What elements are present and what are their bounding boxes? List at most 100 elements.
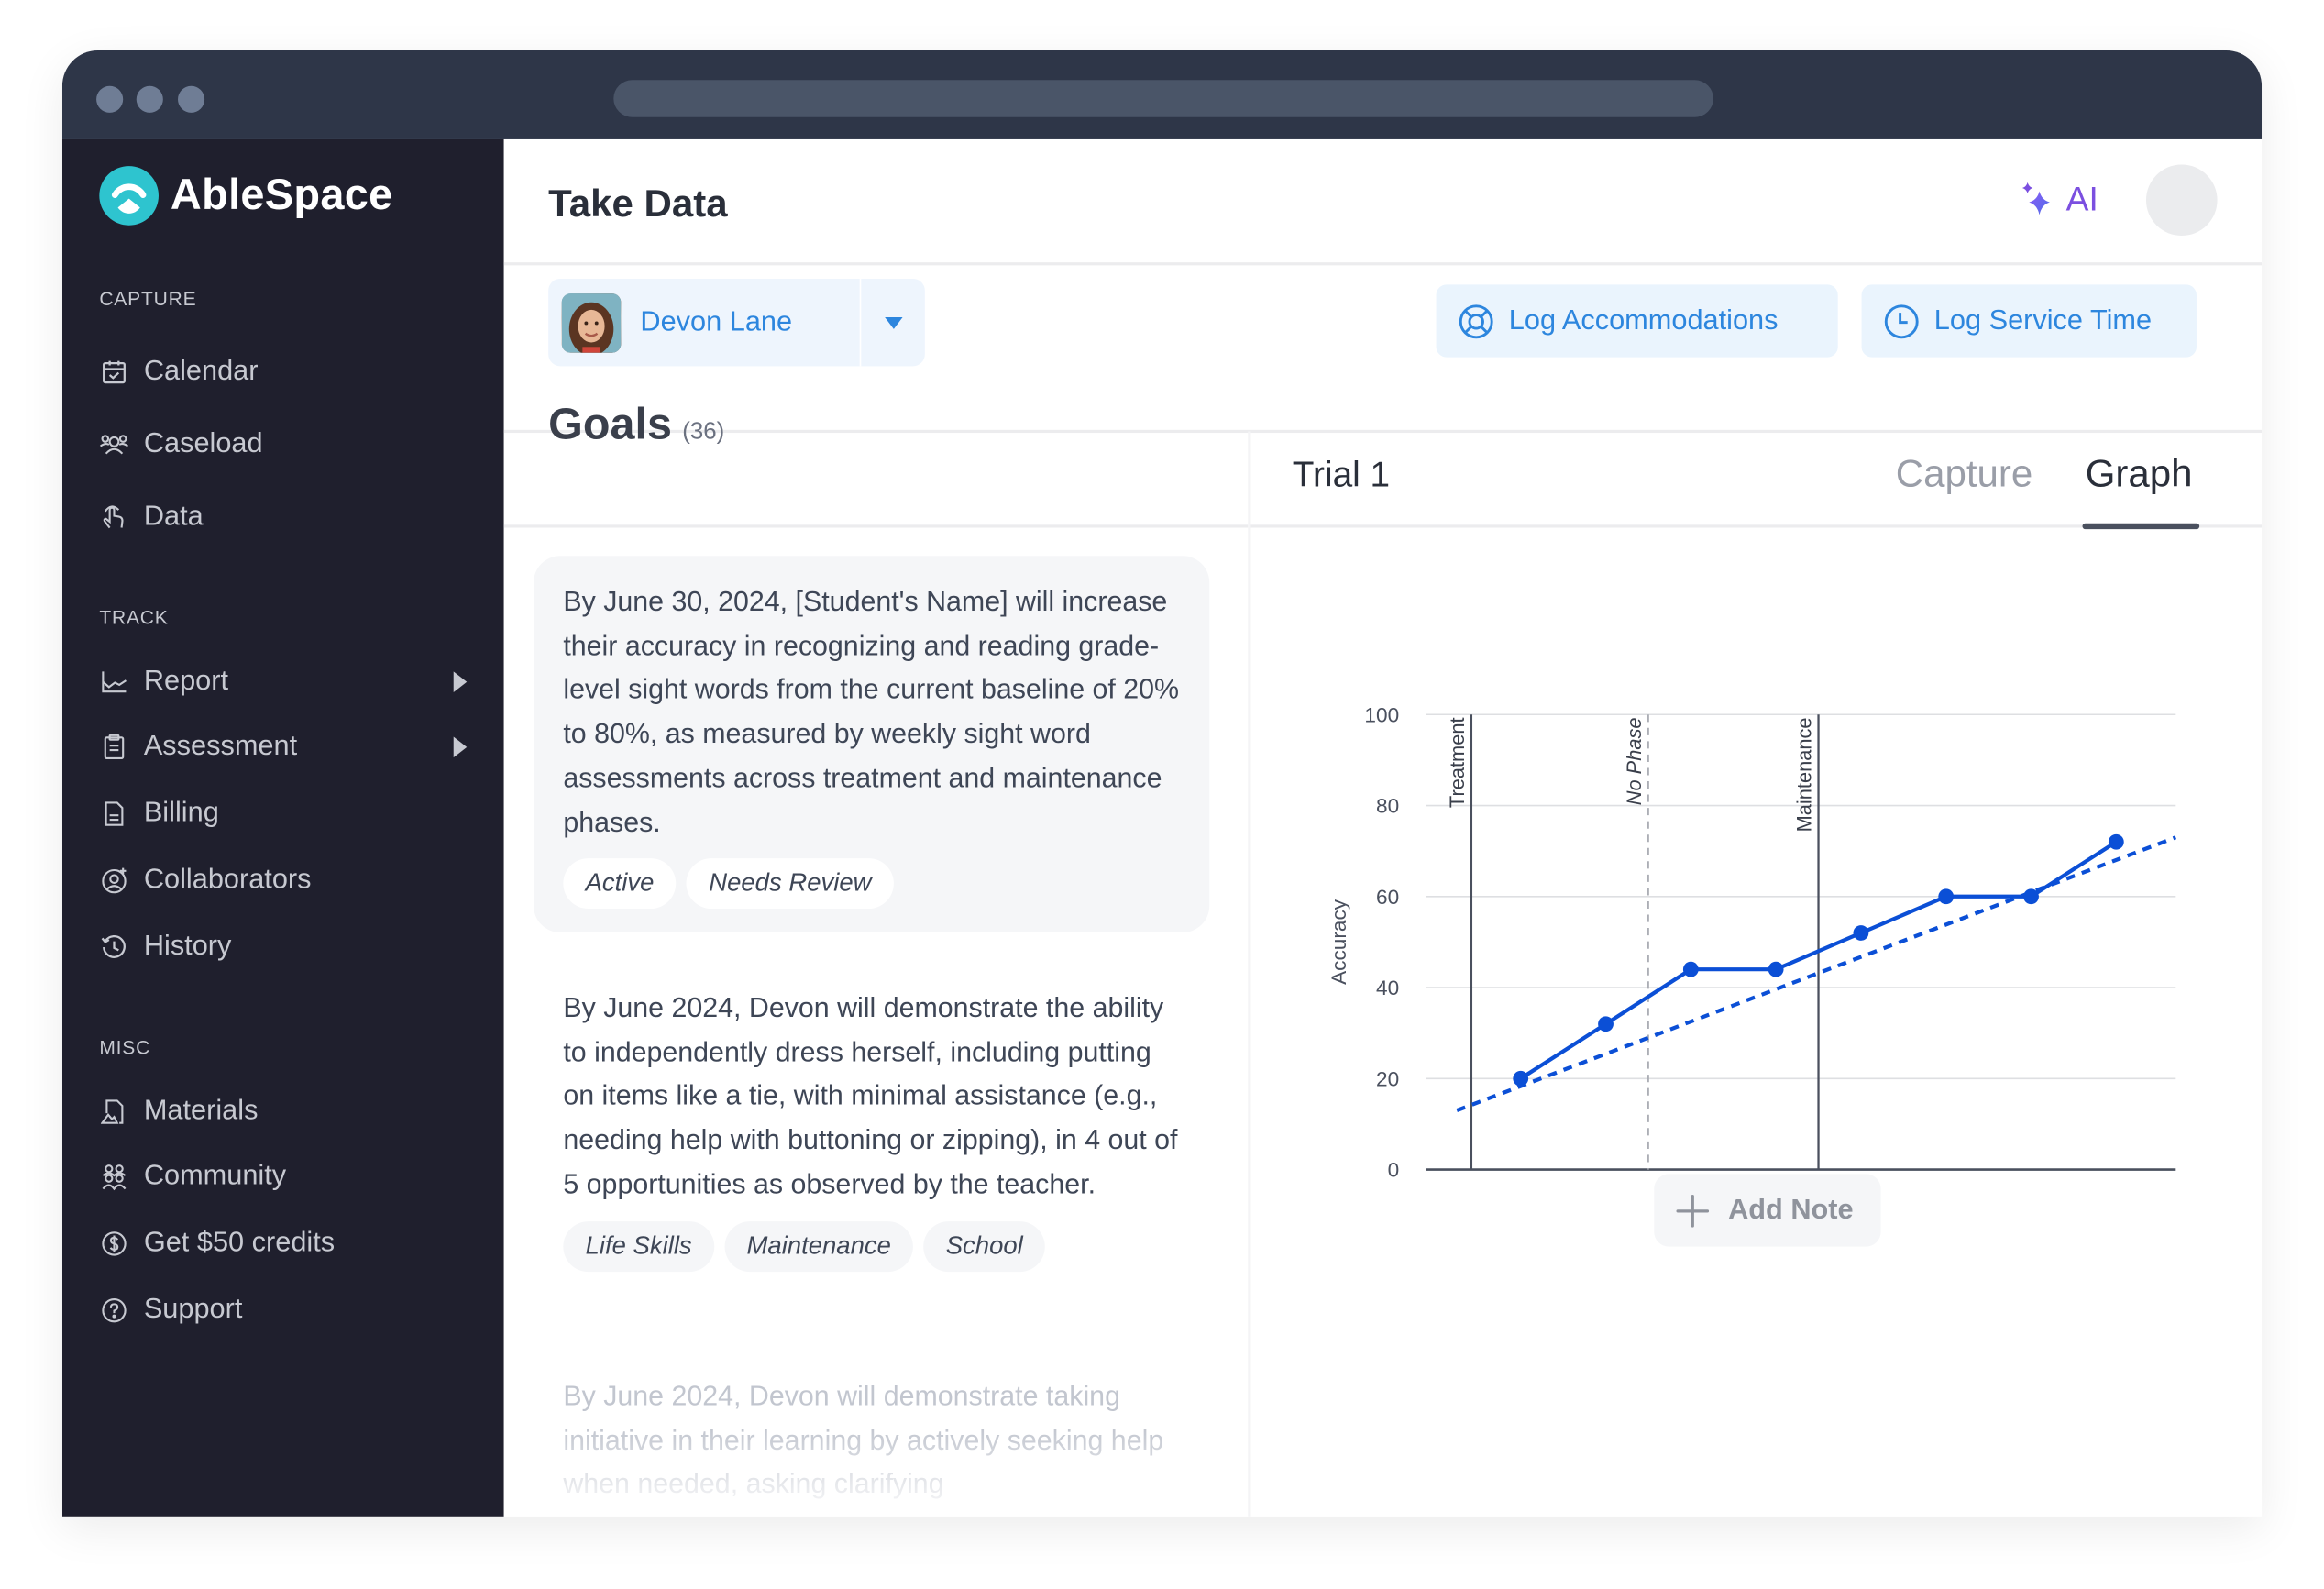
divider [503, 429, 2263, 433]
help-circle-icon [99, 1296, 128, 1325]
sidebar-item-caseload[interactable]: Caseload [99, 423, 469, 468]
sidebar-item-assessment[interactable]: Assessment [99, 725, 469, 770]
selector-divider [859, 278, 862, 367]
data-point [1853, 925, 1869, 941]
sidebar-item-label: Billing [143, 797, 219, 829]
user-avatar[interactable] [2145, 164, 2218, 237]
sidebar-item-materials[interactable]: Materials [99, 1089, 469, 1134]
log-accommodations-label: Log Accommodations [1508, 304, 1779, 337]
data-point [2108, 833, 2124, 850]
address-bar[interactable] [613, 80, 1713, 117]
sidebar-item-credits[interactable]: Get $50 credits [99, 1221, 469, 1266]
panel-divider [1248, 431, 1251, 1517]
tab-graph[interactable]: Graph [2086, 450, 2193, 496]
history-icon [99, 932, 128, 962]
app-logo[interactable]: AbleSpace [99, 166, 392, 226]
window-control-dot[interactable] [178, 85, 205, 113]
sidebar-item-billing[interactable]: Billing [99, 791, 469, 836]
y-tick-label: 60 [1376, 886, 1399, 909]
ai-label: AI [2065, 179, 2098, 218]
sidebar-item-label: Caseload [143, 428, 263, 460]
sidebar-item-history[interactable]: History [99, 925, 469, 970]
goal-text: By June 2024, Devon will demonstrate the… [563, 991, 1178, 1199]
ai-button[interactable]: AI [2019, 180, 2098, 220]
hand-pointer-icon [99, 502, 128, 532]
data-point [1598, 1016, 1614, 1032]
caret-right-icon[interactable] [453, 671, 468, 692]
sidebar-item-community[interactable]: Community [99, 1154, 469, 1199]
add-note-button[interactable]: Add Note [1654, 1174, 1881, 1247]
student-name: Devon Lane [640, 305, 793, 337]
goal-card[interactable]: By June 2024, Devon will demonstrate the… [534, 962, 1209, 1295]
calendar-check-icon [99, 358, 128, 387]
section-label-misc: MISC [99, 1036, 151, 1059]
line-chart-icon [99, 668, 128, 697]
sidebar-item-label: Get $50 credits [143, 1227, 336, 1259]
sidebar: AbleSpace CAPTURE Calendar Caseload Data [61, 138, 504, 1517]
active-tab-indicator [2082, 523, 2200, 530]
sidebar-item-label: Assessment [143, 731, 298, 762]
sidebar-item-label: Report [143, 665, 229, 697]
sidebar-item-collaborators[interactable]: Collaborators [99, 858, 469, 903]
sidebar-item-calendar[interactable]: Calendar [99, 350, 469, 395]
lifebuoy-icon [1459, 303, 1494, 339]
log-service-time-label: Log Service Time [1933, 304, 2153, 337]
window-control-dot[interactable] [96, 85, 124, 113]
tag-needs-review[interactable]: Needs Review [687, 858, 894, 910]
data-point [1513, 1070, 1529, 1087]
student-selector[interactable]: Devon Lane [548, 278, 925, 367]
users-icon [99, 430, 129, 459]
app-window: AbleSpace CAPTURE Calendar Caseload Data [61, 50, 2263, 1517]
log-service-time-button[interactable]: Log Service Time [1861, 284, 2197, 358]
main-content: Take Data AI Devon Lane Log Accommodatio… [503, 138, 2263, 1517]
goal-tags: Active Needs Review [563, 858, 1180, 910]
y-tick-label: 20 [1376, 1067, 1399, 1090]
goal-tags: Life Skills Maintenance School [563, 1220, 1180, 1272]
y-tick-label: 100 [1364, 703, 1399, 726]
y-tick-label: 40 [1376, 977, 1399, 999]
sparkle-icon [2019, 180, 2057, 218]
clock-icon [1884, 303, 1920, 339]
y-tick-label: 0 [1388, 1159, 1400, 1177]
accuracy-chart: 020406080100AccuracyJun 12Jun 14Jun 13Ju… [1327, 703, 2177, 1177]
data-point [2023, 888, 2039, 905]
tag-school[interactable]: School [923, 1220, 1046, 1272]
tag-life-skills[interactable]: Life Skills [563, 1220, 714, 1272]
sidebar-item-data[interactable]: Data [99, 495, 469, 540]
sidebar-item-label: Support [143, 1294, 243, 1326]
browser-titlebar [61, 50, 2263, 139]
goal-card[interactable]: By June 30, 2024, [Student's Name] will … [534, 556, 1210, 933]
community-icon [99, 1162, 128, 1191]
section-label-track: TRACK [99, 606, 169, 629]
tag-active[interactable]: Active [563, 858, 677, 910]
sidebar-item-report[interactable]: Report [99, 659, 469, 704]
data-point [1938, 888, 1955, 905]
sidebar-item-label: Collaborators [143, 864, 312, 896]
goal-card-faded[interactable]: By June 2024, Devon will demonstrate tak… [563, 1374, 1200, 1508]
sidebar-item-support[interactable]: Support [99, 1288, 469, 1333]
phase-label: Treatment [1446, 717, 1469, 808]
caret-right-icon[interactable] [453, 736, 468, 758]
user-plus-icon [99, 866, 128, 895]
dollar-circle-icon [99, 1229, 128, 1258]
sidebar-item-label: Materials [143, 1095, 259, 1127]
document-icon [99, 799, 128, 828]
image-file-icon [99, 1097, 128, 1126]
sidebar-item-label: Data [143, 501, 204, 533]
sidebar-item-label: Calendar [143, 356, 259, 387]
y-axis-label: Accuracy [1327, 899, 1350, 985]
log-accommodations-button[interactable]: Log Accommodations [1436, 284, 1838, 358]
data-point [1768, 961, 1784, 977]
tab-capture[interactable]: Capture [1896, 450, 2033, 496]
ablespace-logo-icon [99, 166, 159, 226]
section-label-capture: CAPTURE [99, 287, 197, 310]
clipboard-icon [99, 733, 128, 762]
dropdown-arrow-icon[interactable] [885, 316, 903, 329]
tag-maintenance[interactable]: Maintenance [724, 1220, 914, 1272]
window-control-dot[interactable] [136, 85, 163, 113]
phase-label: Maintenance [1792, 717, 1815, 832]
goals-header: Goals (36) [548, 401, 724, 451]
divider [503, 524, 1249, 527]
trend-line [1456, 835, 2177, 1113]
divider [503, 262, 2263, 265]
